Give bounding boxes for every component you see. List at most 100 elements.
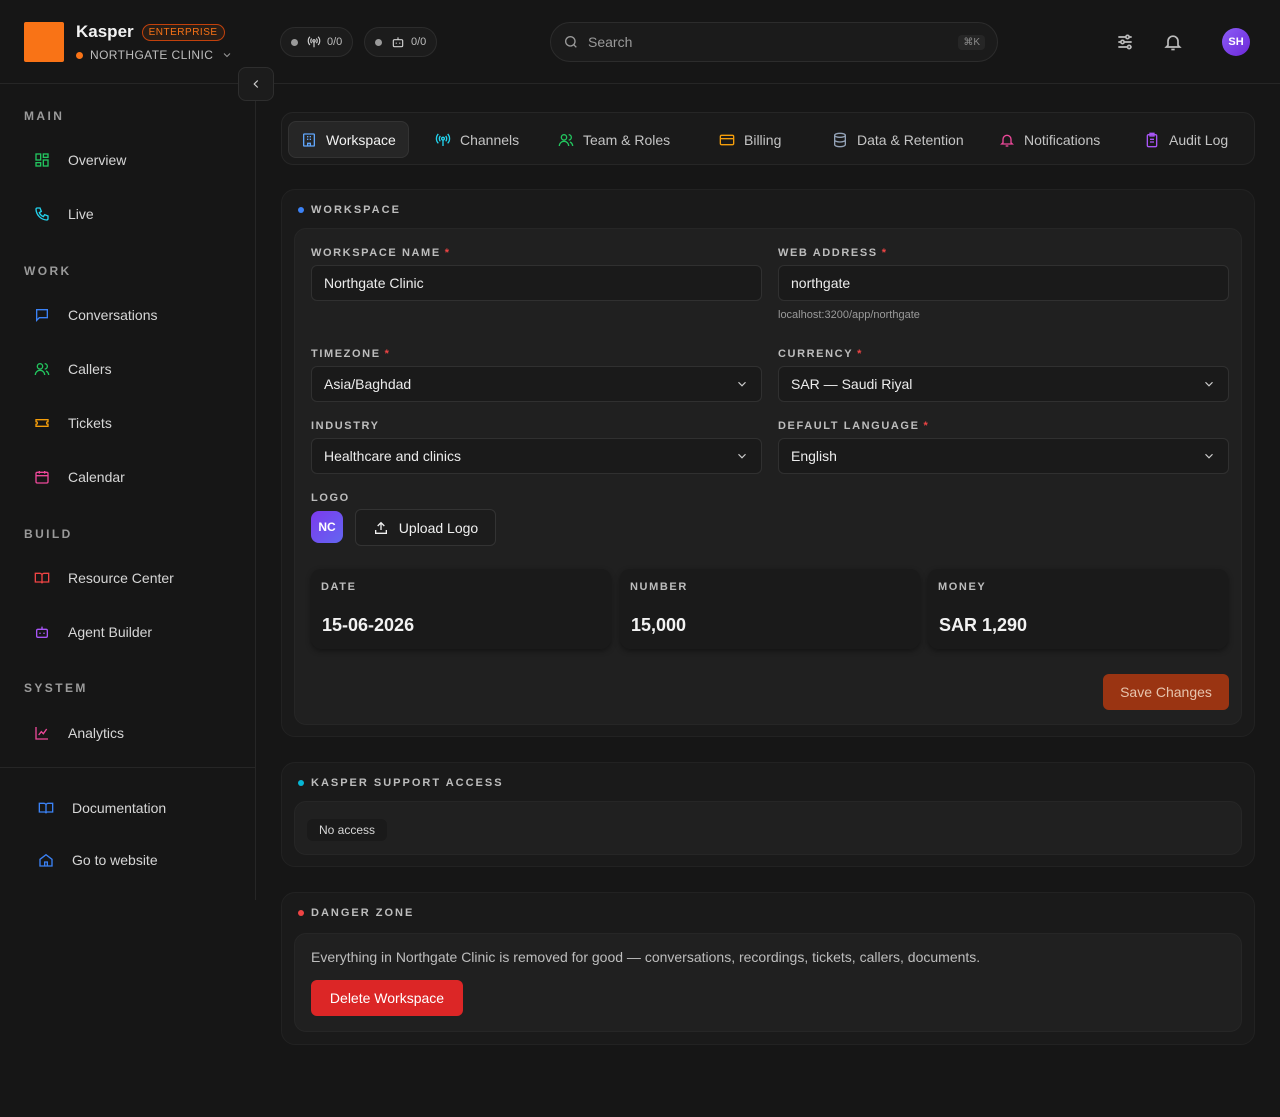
sidebar-item-live[interactable]: Live bbox=[24, 194, 240, 234]
label-text: CURRENCY bbox=[778, 348, 854, 360]
notifications-button[interactable] bbox=[1161, 30, 1185, 54]
sidebar-item-documentation[interactable]: Documentation bbox=[28, 788, 244, 828]
sidebar-item-label: Agent Builder bbox=[68, 624, 153, 640]
select-value: SAR — Saudi Riyal bbox=[791, 376, 913, 392]
required-marker: * bbox=[444, 247, 451, 259]
sidebar: MAIN Overview Live WORK Conversations Ca… bbox=[0, 84, 256, 900]
select-value: Healthcare and clinics bbox=[324, 448, 461, 464]
web-address-input[interactable]: northgate bbox=[778, 265, 1229, 301]
sidebar-item-label: Resource Center bbox=[68, 570, 174, 586]
bell-icon bbox=[1000, 134, 1014, 147]
book-icon bbox=[34, 572, 50, 584]
label-text: WORKSPACE NAME bbox=[311, 247, 441, 259]
section-dot bbox=[298, 207, 304, 213]
workspace-logo: NC bbox=[311, 511, 343, 543]
industry-select[interactable]: Healthcare and clinics bbox=[311, 438, 762, 474]
sidebar-item-go-to-website[interactable]: Go to website bbox=[28, 840, 244, 880]
section-title-main: MAIN bbox=[24, 109, 65, 123]
antenna-icon bbox=[307, 36, 321, 48]
sidebar-item-analytics[interactable]: Analytics bbox=[24, 713, 240, 753]
sidebar-item-label: Go to website bbox=[72, 852, 158, 868]
label-text: DEFAULT LANGUAGE bbox=[778, 420, 920, 432]
bell-icon bbox=[1164, 35, 1182, 51]
users-icon bbox=[34, 363, 50, 376]
org-switcher[interactable]: NORTHGATE CLINIC bbox=[76, 48, 233, 62]
top-bar: Kasper ENTERPRISE NORTHGATE CLINIC 0/0 0… bbox=[0, 0, 1280, 84]
filters-button[interactable] bbox=[1113, 30, 1137, 54]
currency-select[interactable]: SAR — Saudi Riyal bbox=[778, 366, 1229, 402]
search-input[interactable] bbox=[588, 34, 959, 50]
tab-label: Workspace bbox=[326, 131, 396, 148]
sidebar-item-resource-center[interactable]: Resource Center bbox=[24, 558, 240, 598]
chevron-down-icon bbox=[221, 49, 233, 61]
workspace-name-input[interactable]: Northgate Clinic bbox=[311, 265, 762, 301]
input-value: northgate bbox=[791, 275, 851, 291]
delete-workspace-button[interactable]: Delete Workspace bbox=[311, 980, 463, 1016]
required-marker: * bbox=[923, 420, 930, 432]
sidebar-item-label: Overview bbox=[68, 152, 127, 168]
tab-audit-log[interactable]: Audit Log bbox=[1132, 121, 1240, 158]
search-bar[interactable]: ⌘K bbox=[550, 22, 998, 62]
currency-label: CURRENCY * bbox=[778, 348, 863, 360]
database-icon bbox=[834, 132, 846, 147]
stat-value: 15,000 bbox=[631, 615, 687, 635]
tab-label: Data & Retention bbox=[857, 131, 964, 148]
agents-status-pill[interactable]: 0/0 bbox=[364, 27, 438, 57]
danger-warning-text: Everything in Northgate Clinic is remove… bbox=[311, 949, 981, 965]
section-title: KASPER SUPPORT ACCESS bbox=[298, 777, 504, 789]
required-marker: * bbox=[881, 247, 888, 259]
tab-label: Billing bbox=[744, 131, 782, 148]
sidebar-item-overview[interactable]: Overview bbox=[24, 140, 240, 180]
sidebar-item-label: Documentation bbox=[72, 800, 167, 816]
card-icon bbox=[719, 134, 735, 145]
tab-team-roles[interactable]: Team & Roles bbox=[546, 121, 682, 158]
save-changes-button[interactable]: Save Changes bbox=[1103, 674, 1229, 710]
button-label: Upload Logo bbox=[398, 519, 479, 536]
section-dot bbox=[298, 780, 304, 786]
danger-zone-panel: DANGER ZONE Everything in Northgate Clin… bbox=[281, 892, 1255, 1045]
phone-icon bbox=[35, 207, 49, 221]
status-dot bbox=[375, 38, 382, 46]
tab-label: Audit Log bbox=[1169, 131, 1229, 148]
stat-label: MONEY bbox=[938, 581, 987, 593]
tab-billing[interactable]: Billing bbox=[707, 121, 793, 158]
sidebar-item-calendar[interactable]: Calendar bbox=[24, 457, 240, 497]
section-title: WORKSPACE bbox=[298, 204, 401, 216]
calendar-icon bbox=[35, 471, 49, 484]
workspace-name-label: WORKSPACE NAME * bbox=[311, 247, 451, 259]
book-icon bbox=[38, 802, 54, 814]
sidebar-item-conversations[interactable]: Conversations bbox=[24, 295, 240, 335]
support-access-panel: KASPER SUPPORT ACCESS No access bbox=[281, 762, 1255, 867]
sidebar-item-label: Analytics bbox=[68, 725, 125, 741]
input-value: Northgate Clinic bbox=[324, 275, 424, 291]
sidebar-footer: Documentation Go to website bbox=[0, 767, 256, 900]
sidebar-item-tickets[interactable]: Tickets bbox=[24, 403, 240, 443]
default-language-select[interactable]: English bbox=[778, 438, 1229, 474]
tab-notifications[interactable]: Notifications bbox=[987, 121, 1112, 158]
chat-icon bbox=[36, 309, 48, 322]
sidebar-item-label: Live bbox=[68, 206, 94, 222]
user-avatar[interactable]: SH bbox=[1222, 28, 1250, 56]
antenna-icon bbox=[435, 133, 451, 146]
brand[interactable]: Kasper ENTERPRISE NORTHGATE CLINIC bbox=[24, 22, 233, 62]
upload-logo-button[interactable]: Upload Logo bbox=[355, 509, 496, 546]
tab-channels[interactable]: Channels bbox=[423, 121, 531, 158]
default-language-label: DEFAULT LANGUAGE * bbox=[778, 420, 929, 432]
sidebar-item-agent-builder[interactable]: Agent Builder bbox=[24, 612, 240, 652]
timezone-select[interactable]: Asia/Baghdad bbox=[311, 366, 762, 402]
tab-workspace[interactable]: Workspace bbox=[288, 121, 409, 158]
sidebar-item-label: Callers bbox=[68, 361, 112, 377]
money-format-card: MONEY SAR 1,290 bbox=[928, 569, 1228, 649]
org-name: NORTHGATE CLINIC bbox=[90, 48, 214, 62]
support-access-body: No access bbox=[294, 801, 1242, 855]
sliders-icon bbox=[1118, 34, 1132, 50]
support-access-status: No access bbox=[307, 819, 388, 841]
tab-data-retention[interactable]: Data & Retention bbox=[820, 121, 976, 158]
select-value: Asia/Baghdad bbox=[324, 376, 412, 392]
search-icon bbox=[565, 36, 577, 48]
section-title: DANGER ZONE bbox=[298, 907, 414, 919]
sidebar-item-callers[interactable]: Callers bbox=[24, 349, 240, 389]
collapse-sidebar-button[interactable] bbox=[238, 67, 274, 101]
channels-status-pill[interactable]: 0/0 bbox=[280, 27, 354, 57]
brand-name: Kasper bbox=[76, 22, 134, 41]
